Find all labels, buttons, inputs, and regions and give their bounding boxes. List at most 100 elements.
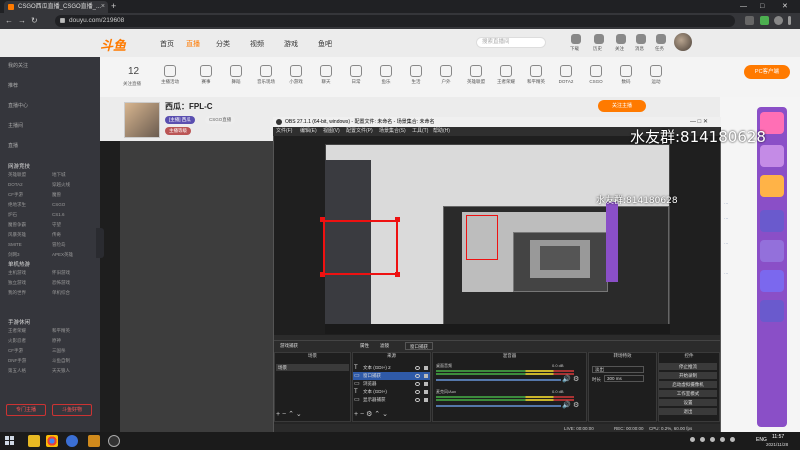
visibility-eye-icon[interactable] [415,398,420,402]
sidebar-category-link[interactable]: 第五人格 [8,368,26,374]
network-icon[interactable] [720,437,725,442]
lock-icon[interactable] [424,382,428,386]
sidebar-category-link[interactable]: 穿越火线 [52,182,70,188]
obs-source-item[interactable]: 窗口捕获 [363,373,381,379]
obs-window-capture-dropdown[interactable]: 窗口捕获 [405,342,433,350]
sidebar-category-link[interactable]: 绝地求生 [8,202,26,208]
obs-filters-button[interactable]: 滤镜 [380,342,389,350]
minimize-button[interactable]: — [740,0,747,13]
follow-icon[interactable] [616,34,626,44]
sidebar-category-link[interactable]: 地下城 [52,172,66,178]
sidebar-category-link[interactable]: 我的世界 [8,290,26,296]
obs-scene-item[interactable]: 场景 [276,364,349,371]
chrome-icon[interactable] [46,435,58,447]
speaker-icon[interactable]: 🔊 [562,401,571,409]
sidebar-category-link[interactable]: 王者荣耀 [8,328,26,334]
obs-control-button[interactable]: 开始录制 [659,372,717,379]
gear-icon[interactable]: ⚙ [573,401,579,409]
obs-menu-help[interactable]: 帮助(H) [433,127,450,136]
clock-time[interactable]: 11:57 [772,434,784,440]
sidebar-category-link[interactable]: CSGO [52,202,65,207]
reload-icon[interactable]: ↻ [31,15,38,27]
sidebar-category-link[interactable]: 原神 [52,338,61,344]
obs-menu-view[interactable]: 视图(V) [323,127,340,136]
sidebar-category-link[interactable]: 独立游戏 [8,280,26,286]
pc-client-button[interactable]: PC客户端 [744,65,790,79]
resize-handle[interactable] [320,217,325,222]
douyu-logo[interactable]: 斗鱼 [100,35,126,54]
obs-volume-fader[interactable] [436,405,561,407]
sidebar-anchor-button[interactable]: 专门主播 [6,404,46,416]
gear-icon[interactable]: ⚙ [573,375,579,383]
sidebar-category-link[interactable]: 守望 [52,222,61,228]
speaker-icon[interactable]: 🔊 [562,375,571,383]
sidebar-category-link[interactable]: 恐怖游戏 [52,280,70,286]
game-app-icon[interactable] [88,435,100,447]
obs-menu-scene-collection[interactable]: 场景集合(S) [379,127,406,136]
promo-banner[interactable] [760,300,784,322]
sidebar-category-link[interactable]: 三国杀 [52,348,66,354]
obs-control-button[interactable]: 工作室模式 [659,390,717,397]
resize-handle[interactable] [395,272,400,277]
visibility-eye-icon[interactable] [415,390,420,394]
tray-icon[interactable] [710,437,715,442]
category-item[interactable]: 运动 [634,65,678,85]
obs-add-scene-icon[interactable]: + − ⌃ ⌄ [276,410,302,418]
sidebar-category-link[interactable]: 风暴英雄 [8,232,26,238]
sidebar-item-center[interactable]: 直播中心 [8,102,28,109]
streamer-avatar[interactable] [124,102,160,138]
sidebar-category-link[interactable]: 英雄联盟 [8,172,26,178]
obs-menu-edit[interactable]: 编辑(E) [300,127,317,136]
obs-control-button[interactable]: 设置 [659,399,717,406]
category-tag[interactable]: CSGO直播 [205,116,236,124]
sidebar-category-link[interactable]: 火影忍者 [8,338,26,344]
sidebar-category-link[interactable]: 魔兽 [52,192,61,198]
new-tab-button[interactable]: + [111,0,116,13]
download-icon[interactable] [571,34,581,44]
obs-menu-profile[interactable]: 配置文件(P) [346,127,373,136]
obs-duration-input[interactable]: 300 ms [604,375,644,382]
forward-icon[interactable]: → [18,15,26,27]
sidebar-category-link[interactable]: 天天狼人 [52,368,70,374]
promo-banner[interactable] [760,210,784,232]
nav-fishbar[interactable]: 鱼吧 [318,39,332,49]
sidebar-collapse-handle[interactable] [96,228,104,258]
nav-category[interactable]: 分类 [216,39,230,49]
sidebar-category-link[interactable]: 斗鱼自制 [52,358,70,364]
sidebar-category-link[interactable]: 主机游戏 [8,270,26,276]
follow-button[interactable]: 关注主播 [598,100,646,112]
sidebar-category-link[interactable]: DNF手游 [8,358,26,364]
close-window-button[interactable]: ✕ [782,0,788,13]
sidebar-item-recommend[interactable]: 推荐 [8,82,18,89]
sidebar-category-link[interactable]: 炉石 [8,212,17,218]
lock-icon[interactable] [424,366,428,370]
sidebar-category-link[interactable]: APEX英雄 [52,252,73,258]
obs-source-item[interactable]: 文本 (GDI+) [363,389,387,395]
back-icon[interactable]: ← [5,15,13,27]
visibility-eye-icon[interactable] [415,382,420,386]
obs-source-item[interactable]: 文本 (GDI+) 2 [363,365,391,371]
obs-transition-select[interactable]: 淡出 [592,366,644,373]
obs-volume-fader[interactable] [436,379,561,381]
sidebar-category-link[interactable]: DOTA2 [8,182,23,187]
sidebar-category-link[interactable]: CS1.6 [52,212,65,217]
sidebar-item-following[interactable]: 我的关注 [8,62,28,69]
promo-banner[interactable] [760,175,784,197]
sidebar-category-link[interactable]: 单机综合 [52,290,70,296]
obs-control-button[interactable]: 退出 [659,408,717,415]
resize-handle[interactable] [320,272,325,277]
browser-app-icon[interactable] [66,435,78,447]
obs-app-icon[interactable] [108,435,120,447]
sidebar-category-link[interactable]: 剑网3 [8,252,20,258]
lock-icon[interactable] [424,398,428,402]
message-icon[interactable] [636,34,646,44]
sidebar-category-link[interactable]: CF手游 [8,348,23,354]
history-icon[interactable] [594,34,604,44]
sidebar-category-link[interactable]: 冒险岛 [52,242,66,248]
bookmark-star-icon[interactable] [745,16,754,25]
sidebar-category-link[interactable]: 和平精英 [52,328,70,334]
lock-icon[interactable] [424,390,428,394]
nav-live[interactable]: 直播 [186,39,200,49]
nav-games[interactable]: 游戏 [284,39,298,49]
sidebar-item-anchor[interactable]: 主播间 [8,122,23,129]
